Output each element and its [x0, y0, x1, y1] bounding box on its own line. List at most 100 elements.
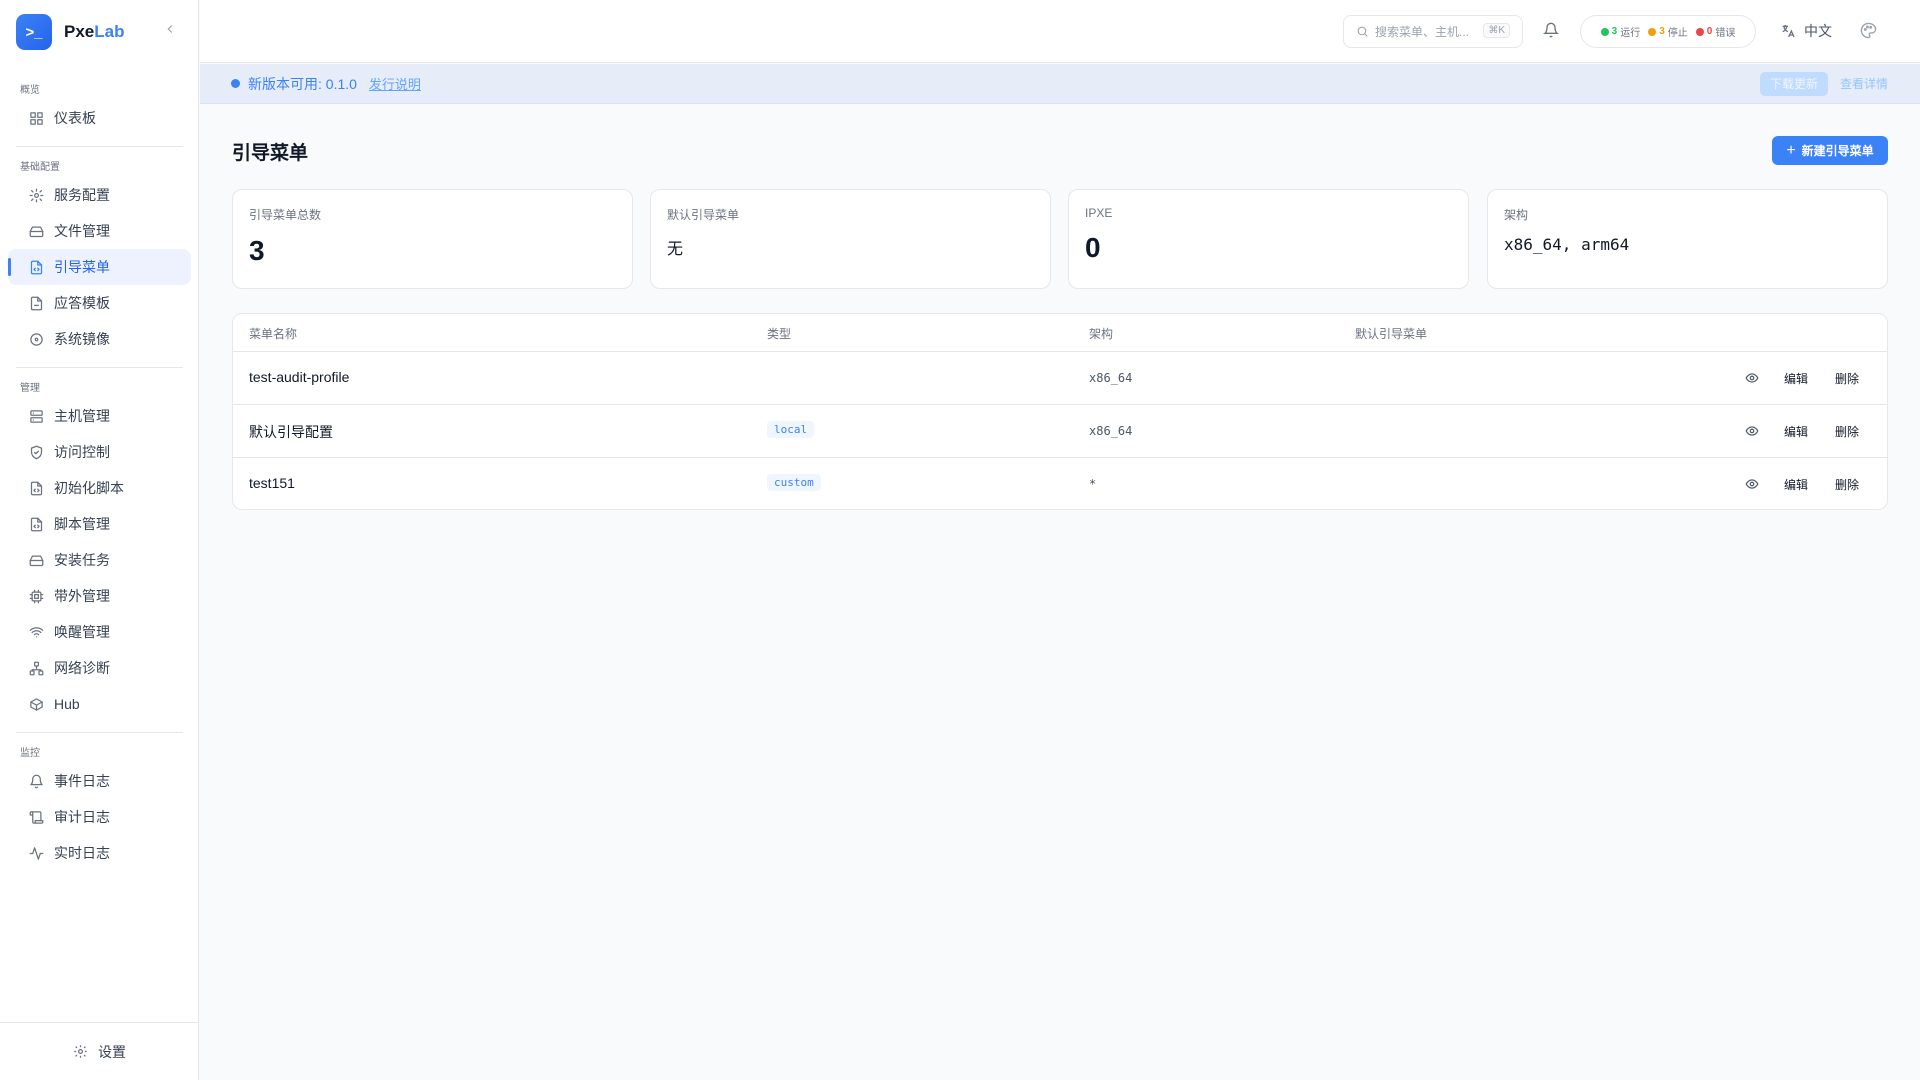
update-dot — [231, 79, 240, 88]
release-notes-link[interactable]: 发行说明 — [369, 74, 421, 93]
nav-section-label: 基础配置 — [20, 162, 60, 173]
bell-icon[interactable] — [1542, 22, 1561, 40]
sidebar-item[interactable]: 访问控制 — [8, 434, 191, 470]
sidebar-item[interactable]: 带外管理 — [8, 578, 191, 614]
brand[interactable]: >_ PxeLab — [16, 14, 124, 50]
shield-icon — [28, 444, 44, 460]
col-name[interactable]: 菜单名称 — [249, 325, 297, 342]
delete-button[interactable]: 删除 — [1835, 476, 1859, 493]
settings-button[interactable]: 设置 — [0, 1022, 199, 1080]
sidebar-item[interactable]: 实时日志 — [8, 835, 191, 871]
search-input[interactable]: 搜索菜单、主机... ⌘K — [1343, 15, 1523, 48]
menu-name: 默认引导配置 — [249, 424, 333, 440]
col-arch[interactable]: 架构 — [1089, 325, 1113, 342]
running-dot — [1600, 27, 1609, 36]
col-default[interactable]: 默认引导菜单 — [1355, 325, 1427, 342]
edit-button[interactable]: 编辑 — [1784, 370, 1808, 387]
app-name: PxeLab — [64, 22, 124, 42]
sidebar-item[interactable]: 仪表板 — [8, 100, 191, 136]
eye-icon[interactable] — [1745, 477, 1761, 493]
sidebar-item[interactable]: 文件管理 — [8, 213, 191, 249]
sidebar-item-label: 实时日志 — [54, 845, 110, 861]
sidebar: >_ PxeLab 概览 仪表板 基础配置 服务配置 文件管理 引导菜单 应答模板 系统镜像管… — [0, 0, 199, 1080]
sidebar-item[interactable]: 应答模板 — [8, 285, 191, 321]
status-stopped: 3 停止 — [1648, 24, 1688, 39]
nav-divider — [16, 732, 183, 733]
status-running: 3 运行 — [1600, 24, 1641, 39]
nav-section: 基础配置服务配置文件管理引导菜单 应答模板 系统镜像 — [0, 159, 199, 357]
delete-button[interactable]: 删除 — [1835, 370, 1859, 387]
stat-card-ipxe: IPXE 0 — [1068, 189, 1469, 289]
search-icon — [1356, 25, 1369, 38]
language-label: 中文 — [1804, 23, 1832, 39]
service-status-pill[interactable]: 3 运行 3 停止 0 错误 — [1580, 15, 1756, 48]
stopped-count: 3 — [1659, 26, 1665, 37]
language-switcher[interactable]: 中文 — [1780, 20, 1832, 42]
settings-label: 设置 — [98, 1043, 126, 1060]
table-row[interactable]: 默认引导配置 local x86_64 编辑 删除 — [233, 405, 1887, 458]
nav-section: 管理 主机管理 访问控制 初始化脚本 脚本管理 安装任务 带外管理 唤醒管理 网络诊断 Hub — [0, 380, 199, 722]
stat-label: IPXE — [1085, 206, 1113, 220]
sidebar-item[interactable]: 系统镜像 — [8, 321, 191, 357]
sidebar-item-label: 事件日志 — [54, 773, 110, 789]
stat-value: 无 — [667, 241, 684, 258]
table-row[interactable]: test151 custom * 编辑 删除 — [233, 458, 1887, 509]
eye-icon[interactable] — [1745, 371, 1761, 387]
logo-glyph: >_ — [25, 23, 43, 41]
new-boot-menu-button[interactable]: + 新建引导菜单 — [1772, 136, 1888, 165]
terminal-logo-icon: >_ — [16, 14, 52, 50]
server-icon — [28, 408, 44, 424]
sidebar-item[interactable]: Hub — [8, 686, 191, 722]
edit-button[interactable]: 编辑 — [1784, 423, 1808, 440]
sidebar-item-label: 文件管理 — [54, 223, 110, 239]
sidebar-item[interactable]: 安装任务 — [8, 542, 191, 578]
stat-value: 3 — [249, 235, 265, 266]
file-icon — [28, 295, 44, 311]
sidebar-item[interactable]: 脚本管理 — [8, 506, 191, 542]
top-header: 搜索菜单、主机... ⌘K 3 运行 3 停止 0 错误 中文 — [200, 0, 1920, 63]
sidebar-item-label: 唤醒管理 — [54, 624, 110, 640]
sidebar-item[interactable]: 初始化脚本 — [8, 470, 191, 506]
sidebar-item-label: 主机管理 — [54, 408, 110, 424]
running-label: 运行 — [1620, 28, 1641, 39]
network-icon — [28, 660, 44, 676]
bell-icon — [28, 773, 44, 789]
app-name-part2: Lab — [94, 22, 125, 41]
edit-button[interactable]: 编辑 — [1784, 476, 1808, 493]
translate-icon — [1780, 23, 1796, 39]
sidebar-item[interactable]: 主机管理 — [8, 398, 191, 434]
sidebar-item[interactable]: 引导菜单 — [8, 249, 191, 285]
sidebar-item-label: 带外管理 — [54, 588, 110, 604]
table-row[interactable]: test-audit-profile x86_64 编辑 删除 — [233, 352, 1887, 405]
stat-card-default: 默认引导菜单 无 — [650, 189, 1051, 289]
type-badge: custom — [767, 474, 821, 491]
stat-card-arch: 架构 x86_64, arm64 — [1487, 189, 1888, 289]
stat-value: 0 — [1085, 232, 1101, 263]
boot-menu-table: 菜单名称 类型 架构 默认引导菜单 test-audit-profile x86_… — [232, 313, 1888, 510]
download-update-button[interactable]: 下载更新 — [1760, 72, 1829, 96]
stopped-label: 停止 — [1667, 28, 1688, 39]
app-name-part1: Pxe — [64, 22, 95, 41]
eye-icon[interactable] — [1745, 424, 1761, 440]
search-shortcut: ⌘K — [1483, 23, 1510, 38]
file-code-icon — [28, 259, 44, 275]
chevron-left-icon[interactable] — [162, 22, 178, 38]
sidebar-item-label: 仪表板 — [54, 110, 96, 126]
sidebar-item[interactable]: 网络诊断 — [8, 650, 191, 686]
palette-icon[interactable] — [1860, 22, 1878, 40]
sidebar-item-label: 审计日志 — [54, 809, 110, 825]
delete-button[interactable]: 删除 — [1835, 423, 1859, 440]
stat-label: 默认引导菜单 — [667, 208, 740, 222]
sidebar-item[interactable]: 审计日志 — [8, 799, 191, 835]
arch-value: x86_64 — [1089, 424, 1133, 438]
sidebar-item[interactable]: 服务配置 — [8, 177, 191, 213]
file-code-icon — [28, 480, 44, 496]
gear-icon — [28, 187, 44, 203]
error-label: 错误 — [1715, 28, 1736, 39]
sidebar-item[interactable]: 唤醒管理 — [8, 614, 191, 650]
sidebar-item[interactable]: 事件日志 — [8, 763, 191, 799]
stat-value: x86_64, arm64 — [1504, 235, 1630, 254]
disc-icon — [28, 331, 44, 347]
col-type[interactable]: 类型 — [767, 325, 791, 342]
view-details-link[interactable]: 查看详情 — [1840, 72, 1888, 96]
